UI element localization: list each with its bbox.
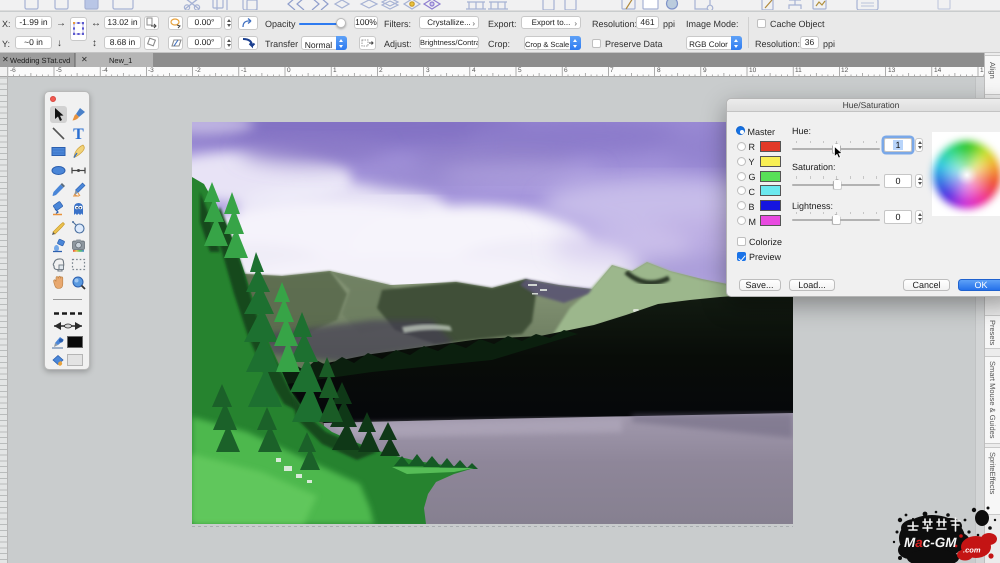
svg-text:Mac-GM: Mac-GM	[904, 535, 957, 550]
svg-text:T: T	[73, 126, 84, 142]
svg-text:.com: .com	[963, 546, 981, 555]
